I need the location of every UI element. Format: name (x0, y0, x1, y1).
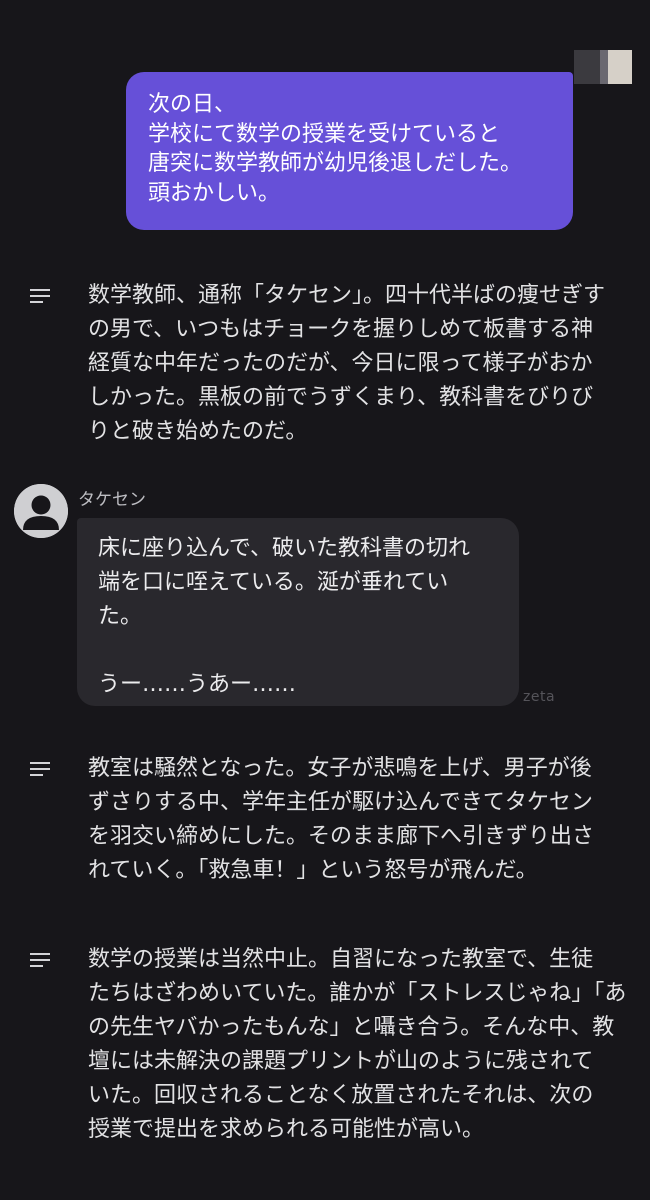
character-message-bubble[interactable]: 床に座り込んで、破いた教科書の切れ 端を口に咥えている。涎が垂れてい た。 うー… (77, 518, 519, 706)
menu-lines-icon (30, 762, 50, 776)
narration-block: 数学の授業は当然中止。自習になった教室で、生徒 たちはざわめいていた。誰かが「ス… (30, 943, 630, 1147)
character-avatar[interactable] (14, 484, 68, 538)
menu-lines-icon (30, 953, 50, 967)
narration-block: 教室は騒然となった。女子が悲鳴を上げ、男子が後 ずさりする中、学年主任が駆け込ん… (30, 752, 630, 888)
character-name: タケセン (78, 490, 146, 510)
watermark: zeta (523, 689, 556, 705)
user-avatar (574, 50, 632, 84)
narration-block: 数学教師、通称「タケセン」。四十代半ばの痩せぎす の男で、いつもはチョークを握り… (30, 279, 630, 449)
narration-text: 数学の授業は当然中止。自習になった教室で、生徒 たちはざわめいていた。誰かが「ス… (88, 947, 627, 1142)
default-person-icon (14, 484, 68, 538)
narration-text: 数学教師、通称「タケセン」。四十代半ばの痩せぎす の男で、いつもはチョークを握り… (88, 283, 606, 444)
narration-text: 教室は騒然となった。女子が悲鳴を上げ、男子が後 ずさりする中、学年主任が駆け込ん… (88, 756, 595, 883)
menu-lines-icon (30, 289, 50, 303)
user-message-bubble[interactable]: 次の日、 学校にて数学の授業を受けていると 唐突に数学教師が幼児後退しだした。 … (126, 72, 573, 230)
